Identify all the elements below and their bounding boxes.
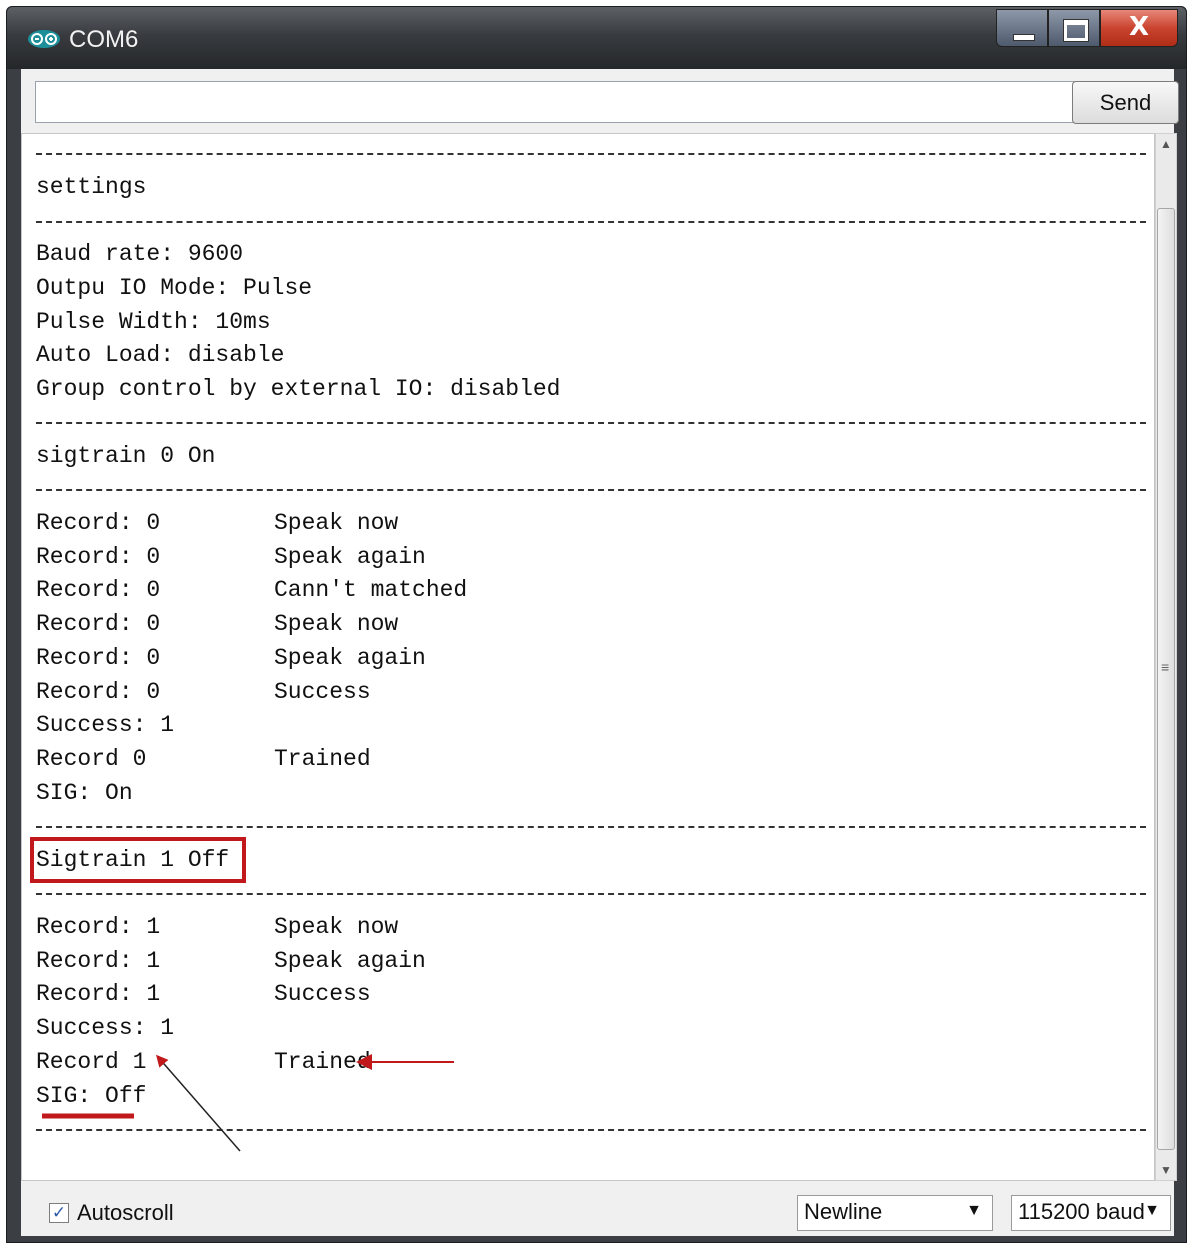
output-line: Record: 0 Cann't matched <box>36 573 467 607</box>
divider <box>36 489 1146 491</box>
output-line-sigtrain1: Sigtrain 1 Off <box>36 847 230 873</box>
window-client: Send settings Baud rate: 9600 Outpu IO M… <box>21 69 1179 1236</box>
output-line-right: Cann't matched <box>274 577 468 603</box>
output-line-left: Record: 0 <box>36 577 161 603</box>
line-ending-value: Newline <box>804 1199 883 1224</box>
output-line-left: Record 0 <box>36 746 147 772</box>
output-line-mode: Outpu IO Mode: Pulse <box>36 275 313 301</box>
output-line: Success: 1 <box>36 708 174 742</box>
output-line-right: Speak now <box>274 510 399 536</box>
window-controls: X <box>996 9 1178 49</box>
output-line-left: SIG: Off <box>36 1083 147 1109</box>
output-line-left: Record: 0 <box>36 645 161 671</box>
scrollbar-thumb[interactable]: ≡ <box>1157 208 1175 1150</box>
divider <box>36 422 1146 424</box>
output-line-right: Success <box>274 679 371 705</box>
output-line: Record: 0 Success <box>36 675 371 709</box>
serial-output-area[interactable]: settings Baud rate: 9600 Outpu IO Mode: … <box>21 133 1155 1181</box>
autoscroll-checkbox[interactable]: ✓ <box>49 1203 69 1223</box>
output-line: Record: 1 Success <box>36 977 371 1011</box>
arduino-icon <box>28 30 60 48</box>
output-line: Record: 0 Speak again <box>36 641 426 675</box>
baud-rate-value: 115200 baud <box>1018 1199 1145 1224</box>
chevron-down-icon: ▼ <box>1144 1202 1160 1219</box>
send-button[interactable]: Send <box>1072 81 1179 124</box>
output-line-left: Record: 1 <box>36 948 161 974</box>
output-line-right: Speak again <box>274 645 426 671</box>
output-line-baud: Baud rate: 9600 <box>36 241 244 267</box>
scroll-down-icon[interactable]: ▼ <box>1156 1160 1176 1180</box>
output-line: Record: 0 Speak again <box>36 540 426 574</box>
close-button[interactable]: X <box>1100 9 1178 47</box>
maximize-button[interactable] <box>1048 9 1100 47</box>
divider <box>36 221 1146 223</box>
output-line: Record: 0 Speak now <box>36 607 398 641</box>
minimize-icon <box>1013 34 1035 41</box>
status-bar: ✓ Autoscroll Newline ▼ 115200 baud ▼ <box>21 1181 1174 1236</box>
output-line: Record 0 Trained <box>36 742 371 776</box>
output-line-left: Record 1 <box>36 1049 147 1075</box>
grip-icon: ≡ <box>1161 659 1170 675</box>
close-icon: X <box>1128 12 1150 42</box>
divider <box>36 1129 1146 1131</box>
output-line-settings: settings <box>36 174 147 200</box>
scroll-up-icon[interactable]: ▲ <box>1156 134 1176 154</box>
output-line-autoload: Auto Load: disable <box>36 342 285 368</box>
output-line-left: SIG: On <box>36 780 133 806</box>
output-line: SIG: On <box>36 776 133 810</box>
output-line-left: Record: 0 <box>36 510 161 536</box>
output-line-right: Trained <box>274 746 371 772</box>
window-title: COM6 <box>69 26 139 53</box>
maximize-icon <box>1063 19 1089 42</box>
title-bar[interactable]: COM6 X <box>7 7 1186 69</box>
baud-rate-select[interactable]: 115200 baud ▼ <box>1011 1195 1171 1231</box>
output-line: Record: 1 Speak again <box>36 944 426 978</box>
divider <box>36 826 1146 828</box>
output-line: Success: 1 <box>36 1011 174 1045</box>
output-line-right: Speak now <box>274 914 399 940</box>
arrow-annotation <box>156 1054 241 1152</box>
output-line-left: Success: 1 <box>36 712 175 738</box>
output-line-left: Success: 1 <box>36 1015 175 1041</box>
autoscroll-label: Autoscroll <box>77 1200 174 1225</box>
output-line: SIG: Off <box>36 1079 146 1113</box>
output-line-left: Record: 0 <box>36 611 161 637</box>
chevron-down-icon: ▼ <box>966 1202 982 1219</box>
output-line-left: Record: 1 <box>36 981 161 1007</box>
divider <box>36 893 1146 895</box>
output-line-left: Record: 0 <box>36 679 161 705</box>
output-line: Record 1 Trained <box>36 1045 371 1079</box>
output-line-right: Speak again <box>274 948 426 974</box>
output-line: Record: 1 Speak now <box>36 910 398 944</box>
output-line-right: Speak again <box>274 544 426 570</box>
output-line-left: Record: 0 <box>36 544 161 570</box>
output-line-right: Success <box>274 981 371 1007</box>
output-line-group: Group control by external IO: disabled <box>36 376 561 402</box>
output-line-left: Record: 1 <box>36 914 161 940</box>
serial-send-input[interactable] <box>35 81 1076 123</box>
vertical-scrollbar[interactable]: ▲ ≡ ▼ <box>1155 133 1177 1181</box>
line-ending-select[interactable]: Newline ▼ <box>797 1195 993 1231</box>
output-line-sigtrain0: sigtrain 0 On <box>36 443 216 469</box>
minimize-button[interactable] <box>996 9 1048 47</box>
output-line-right: Trained <box>274 1049 371 1075</box>
divider <box>36 153 1146 155</box>
output-line-right: Speak now <box>274 611 399 637</box>
output-line: Record: 0 Speak now <box>36 506 398 540</box>
serial-monitor-window: COM6 X Send settings Baud rate: 9600 Out… <box>6 6 1187 1243</box>
output-line-pulse: Pulse Width: 10ms <box>36 309 271 335</box>
